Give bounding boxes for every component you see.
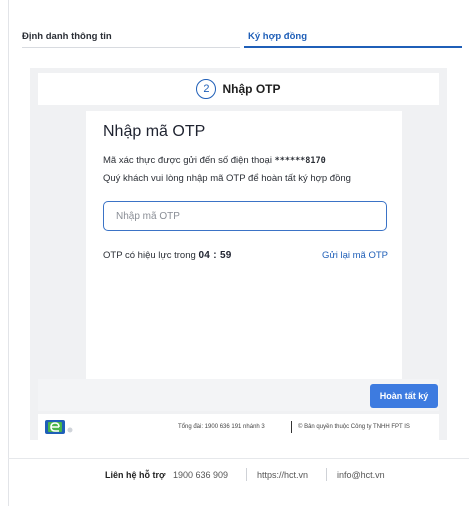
copyright-text: © Bản quyền thuộc Công ty TNHH FPT IS [298, 424, 410, 430]
otp-heading: Nhập mã OTP [103, 123, 206, 140]
otp-validity-text: OTP có hiệu lực trong [103, 250, 199, 261]
step-tabs: Định danh thông tin Ký hợp đồng [22, 18, 462, 48]
footer-separator [246, 468, 247, 481]
otp-input[interactable] [103, 201, 387, 231]
tab-dinh-danh-label: Định danh thông tin [22, 31, 112, 42]
company-logo-icon [45, 420, 73, 434]
footer-divider [291, 421, 292, 433]
step-number-badge: 2 [196, 79, 217, 99]
complete-signing-button[interactable]: Hoàn tất ký [370, 384, 438, 408]
hotline-text: Tổng đài: 1900 636 191 nhánh 3 [178, 424, 265, 430]
support-phone[interactable]: 1900 636 909 [173, 470, 228, 480]
otp-validity: OTP có hiệu lực trong 04 : 59 [103, 250, 232, 261]
otp-sent-text: Mã xác thực được gửi đến số điện thoại [103, 155, 275, 166]
step-header: 2 Nhập OTP [38, 73, 439, 105]
otp-instruction: Quý khách vui lòng nhập mã OTP để hoàn t… [103, 173, 351, 184]
tab-dinh-danh[interactable]: Định danh thông tin [22, 18, 240, 48]
support-website-link[interactable]: https://hct.vn [257, 470, 308, 480]
step-title: Nhập OTP [222, 82, 281, 96]
page-footer [8, 458, 469, 488]
otp-sent-message: Mã xác thực được gửi đến số điện thoại *… [103, 155, 326, 166]
masked-phone-number: ******8170 [274, 156, 326, 166]
support-email-link[interactable]: info@hct.vn [337, 470, 385, 480]
otp-countdown: 04 : 59 [198, 250, 232, 261]
tab-ky-hop-dong[interactable]: Ký hợp đồng [244, 18, 462, 48]
footer-separator [326, 468, 327, 481]
otp-panel: Nhập mã OTP Mã xác thực được gửi đến số … [86, 111, 402, 379]
tab-ky-hop-dong-label: Ký hợp đồng [248, 31, 307, 42]
resend-otp-link[interactable]: Gửi lại mã OTP [322, 250, 388, 261]
support-label: Liên hệ hỗ trợ [105, 470, 166, 480]
